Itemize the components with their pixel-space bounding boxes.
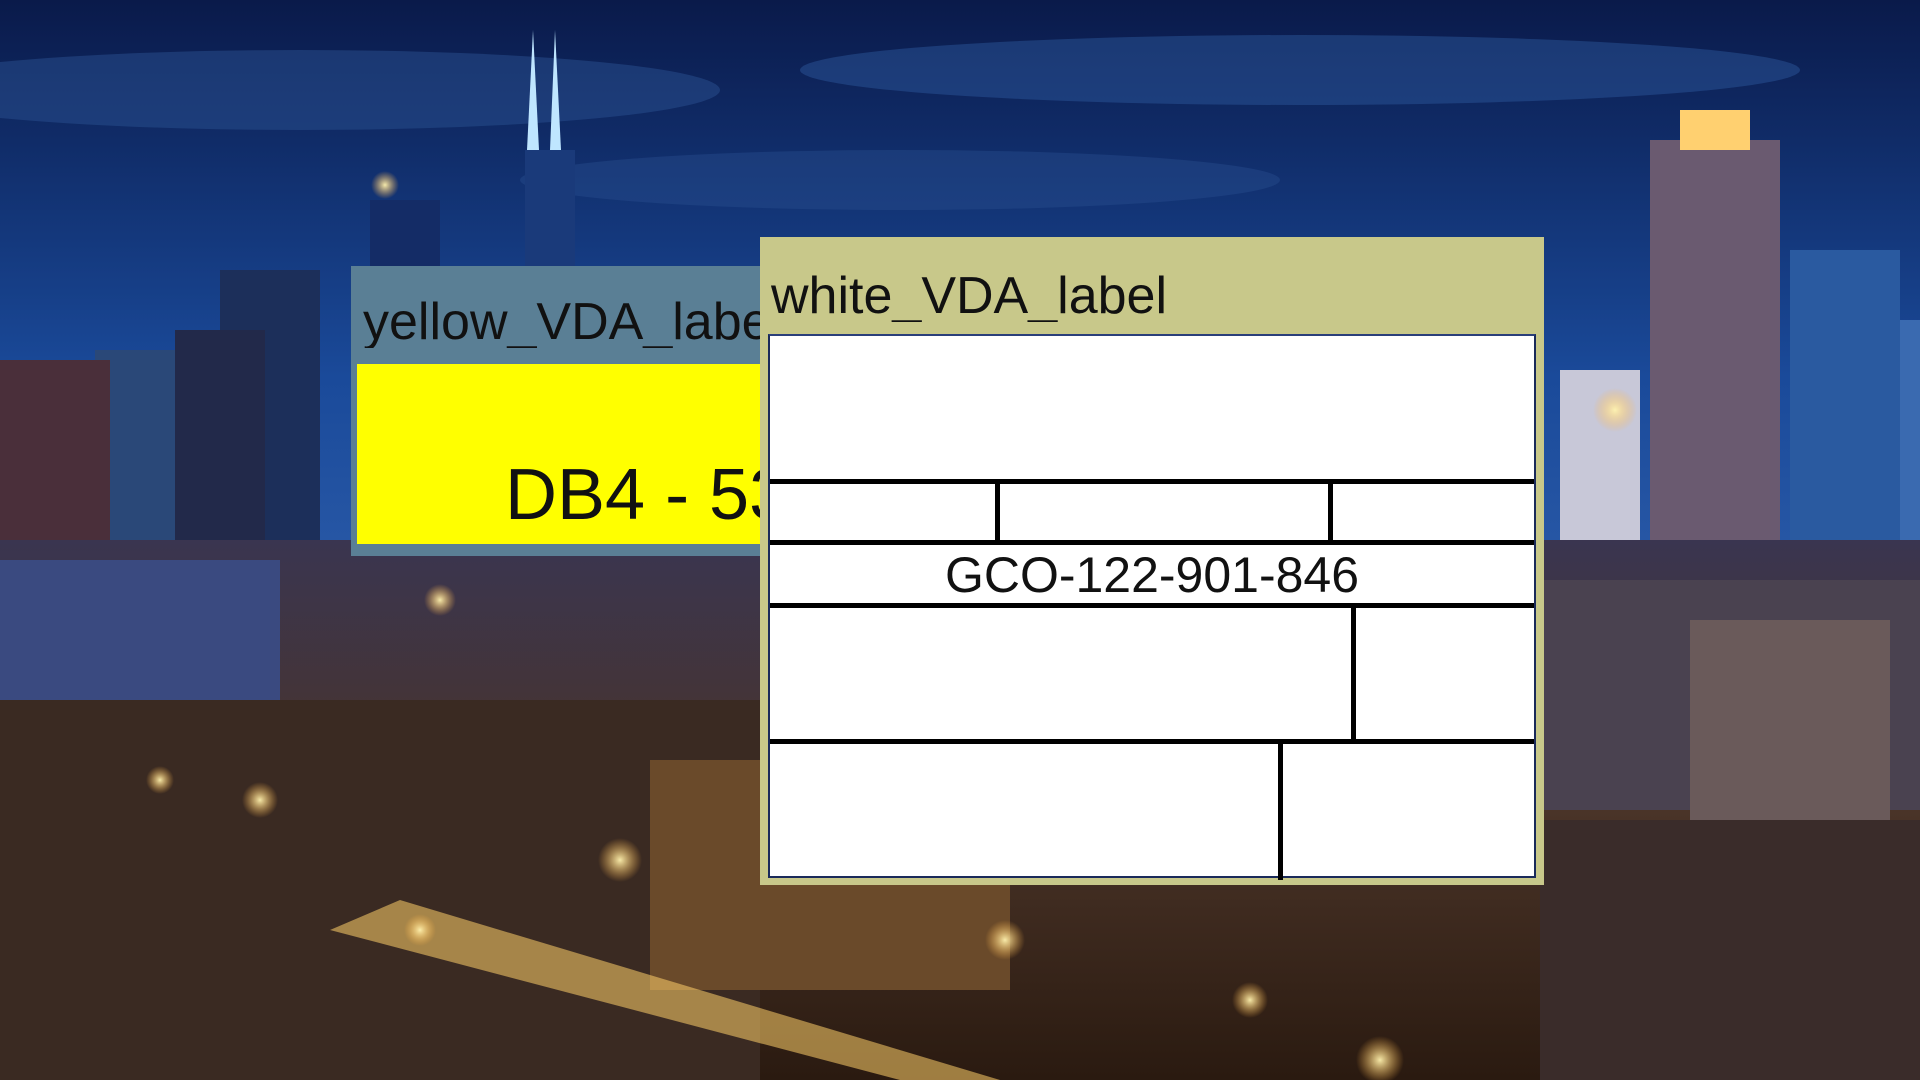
desktop: yellow_VDA_label DB4 - 53 white_VDA_labe… bbox=[0, 0, 1920, 1080]
white-label-panel: GCO-122-901-846 bbox=[768, 334, 1536, 880]
label-grid-line bbox=[770, 540, 1534, 545]
window-title: white_VDA_label bbox=[771, 270, 1168, 322]
white-vda-label-window[interactable]: white_VDA_label GCO-122-901-846 bbox=[760, 237, 1544, 885]
label-grid-line bbox=[1351, 603, 1356, 744]
label-grid-line bbox=[770, 479, 1534, 484]
label-code: GCO-122-901-846 bbox=[944, 547, 1360, 603]
label-grid-line bbox=[1328, 479, 1333, 545]
label-grid-line bbox=[995, 479, 1000, 545]
yellow-label-panel: DB4 - 53 bbox=[357, 364, 777, 544]
label-code: DB4 - 53 bbox=[505, 455, 777, 535]
window-title: yellow_VDA_label bbox=[363, 296, 783, 348]
label-grid-line bbox=[1278, 739, 1283, 880]
yellow-vda-label-window[interactable]: yellow_VDA_label DB4 - 53 bbox=[351, 266, 782, 556]
label-grid-line bbox=[770, 739, 1534, 744]
